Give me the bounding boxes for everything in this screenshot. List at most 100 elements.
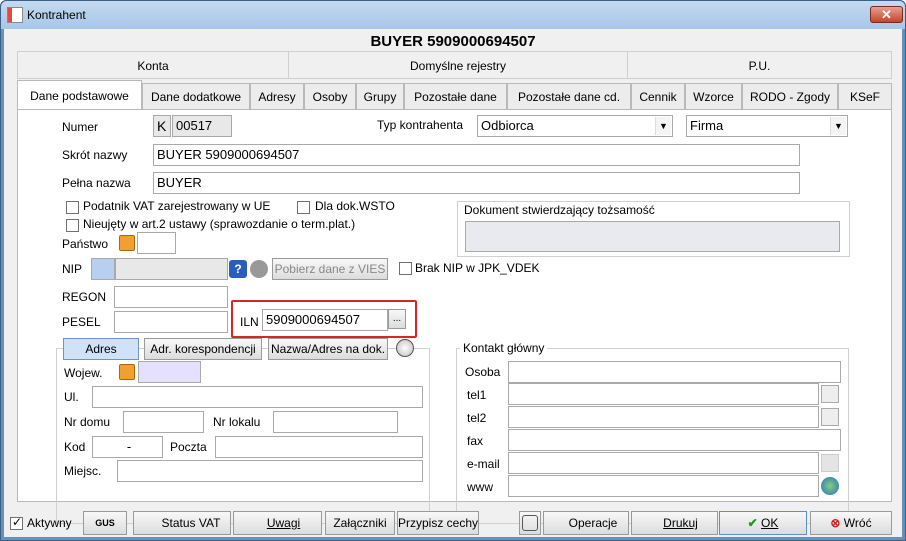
wsto-checkbox[interactable]	[297, 201, 310, 214]
fax-field[interactable]	[508, 429, 841, 451]
nr-domu-label: Nr domu	[64, 415, 111, 429]
dokument-title: Dokument stwierdzający tożsamość	[461, 203, 658, 217]
www-field[interactable]	[508, 475, 819, 497]
aktywny-checkbox[interactable]: ✓	[10, 515, 23, 530]
nieujety-checkbox[interactable]	[66, 219, 79, 232]
ok-button[interactable]: ✔ OK	[719, 511, 807, 535]
tel1-field[interactable]	[508, 383, 819, 405]
settings-icon[interactable]	[250, 260, 268, 278]
tab-osoby[interactable]: Osoby	[304, 83, 356, 109]
wroc-label: Wróć	[843, 516, 872, 530]
przypisz-cechy-button[interactable]: Przypisz cechy	[397, 511, 479, 535]
settings-icon-button[interactable]	[519, 511, 541, 535]
tab-dane-dodatkowe[interactable]: Dane dodatkowe	[142, 83, 250, 109]
vat-ue-label: Podatnik VAT zarejestrowany w UE	[83, 199, 271, 213]
app-icon	[7, 7, 23, 23]
brak-nip-label: Brak NIP w JPK_VDEK	[415, 261, 540, 275]
tab-cennik[interactable]: Cennik	[631, 83, 685, 109]
close-button[interactable]: ✕	[870, 6, 903, 23]
nr-domu-field[interactable]	[123, 411, 204, 433]
osoba-field[interactable]	[508, 361, 841, 383]
group-konta[interactable]: Konta	[17, 51, 289, 79]
tab-ksef[interactable]: KSeF	[838, 83, 892, 109]
tab-adres[interactable]: Adres	[63, 338, 139, 360]
checkmark-icon: ✔	[747, 516, 762, 530]
group-domyslne-rejestry[interactable]: Domyślne rejestry	[288, 51, 628, 79]
regon-field[interactable]	[114, 286, 228, 308]
globe-icon[interactable]	[821, 477, 839, 495]
operacje-button[interactable]: Operacje	[543, 511, 629, 535]
title-bar: Kontrahent ✕	[1, 1, 905, 29]
phone-icon[interactable]	[821, 385, 839, 403]
help-icon[interactable]: ?	[229, 260, 247, 278]
numer-field[interactable]: 00517	[172, 115, 232, 137]
pelna-nazwa-field[interactable]: BUYER	[153, 172, 800, 194]
miejsc-field[interactable]	[117, 460, 423, 482]
iln-field[interactable]: 5909000694507	[262, 309, 388, 331]
nr-lokalu-label: Nr lokalu	[213, 415, 261, 429]
numer-prefix: K	[153, 115, 171, 137]
ul-field[interactable]	[92, 386, 423, 408]
tab-adresy[interactable]: Adresy	[250, 83, 304, 109]
skrot-nazwy-field[interactable]: BUYER 5909000694507	[153, 144, 800, 166]
typ-kontrahenta-value: Odbiorca	[481, 118, 534, 133]
mail-icon[interactable]	[821, 454, 839, 472]
email-field[interactable]	[508, 452, 819, 474]
tab-nazwa-adres[interactable]: Nazwa/Adres na dok.	[268, 338, 388, 360]
tel2-field[interactable]	[508, 406, 819, 428]
tab-rodo-zgody[interactable]: RODO - Zgody	[742, 83, 838, 109]
nip-prefix	[91, 258, 115, 280]
iln-label: ILN	[240, 315, 259, 329]
vat-ue-checkbox[interactable]	[66, 201, 79, 214]
tab-pozostale-dane-cd[interactable]: Pozostałe dane cd.	[507, 83, 631, 109]
drukuj-button[interactable]: Drukuj	[631, 511, 718, 535]
pesel-field[interactable]	[114, 311, 228, 333]
contact-title: Kontakt główny	[460, 341, 548, 355]
typ-firma-select[interactable]: Firma ▼	[686, 115, 848, 137]
nr-lokalu-field[interactable]	[273, 411, 398, 433]
gus-button[interactable]: GUS	[83, 511, 127, 535]
page-title: BUYER 5909000694507	[370, 33, 536, 50]
aktywny-label: Aktywny	[27, 516, 72, 530]
poczta-field[interactable]	[215, 436, 423, 458]
chevron-down-icon: ▼	[655, 117, 671, 135]
status-vat-button[interactable]: Status VAT	[133, 511, 231, 535]
lookup-icon[interactable]	[119, 364, 135, 380]
chevron-down-icon: ▼	[830, 117, 846, 135]
typ-firma-value: Firma	[690, 118, 724, 133]
kod-label: Kod	[64, 440, 86, 454]
phone-icon[interactable]	[821, 408, 839, 426]
vies-button[interactable]: Pobierz dane z VIES	[272, 258, 388, 280]
tab-adr-korespondencji[interactable]: Adr. korespondencji	[144, 338, 262, 360]
lookup-icon[interactable]	[119, 235, 135, 251]
wojew-label: Wojew.	[64, 366, 103, 380]
tab-dane-podstawowe[interactable]: Dane podstawowe	[17, 80, 142, 110]
regon-label: REGON	[62, 290, 107, 304]
pelna-nazwa-label: Pełna nazwa	[62, 176, 131, 190]
typ-kontrahenta-label: Typ kontrahenta	[377, 118, 464, 132]
globe-icon[interactable]	[396, 339, 414, 357]
window: Kontrahent ✕ BUYER 5909000694507 Konta D…	[0, 0, 906, 541]
tel2-label: tel2	[467, 411, 487, 425]
drukuj-label: Drukuj	[663, 516, 698, 530]
tab-wzorce[interactable]: Wzorce	[685, 83, 742, 109]
uwagi-button[interactable]: Uwagi	[233, 511, 322, 535]
wojew-field[interactable]	[138, 361, 201, 383]
zalaczniki-button[interactable]: Załączniki	[325, 511, 395, 535]
panstwo-field[interactable]	[137, 232, 176, 254]
wroc-button[interactable]: ⊗ Wróć	[810, 511, 892, 535]
nip-field[interactable]	[115, 258, 228, 280]
poczta-label: Poczta	[170, 440, 207, 454]
tab-grupy[interactable]: Grupy	[356, 83, 404, 109]
kod-field[interactable]: -	[92, 436, 163, 458]
tab-pozostale-dane[interactable]: Pozostałe dane	[404, 83, 507, 109]
iln-lookup-button[interactable]: ...	[388, 309, 406, 329]
dokument-field[interactable]	[465, 221, 840, 252]
panstwo-label: Państwo	[62, 237, 109, 251]
group-pu[interactable]: P.U.	[627, 51, 892, 79]
cancel-icon: ⊗	[830, 516, 844, 530]
bottom-toolbar: ✓ Aktywny GUS Status VAT Uwagi Załącznik…	[4, 511, 902, 537]
brak-nip-checkbox[interactable]	[399, 262, 412, 275]
window-title: Kontrahent	[27, 8, 86, 22]
typ-kontrahenta-select[interactable]: Odbiorca ▼	[477, 115, 673, 137]
